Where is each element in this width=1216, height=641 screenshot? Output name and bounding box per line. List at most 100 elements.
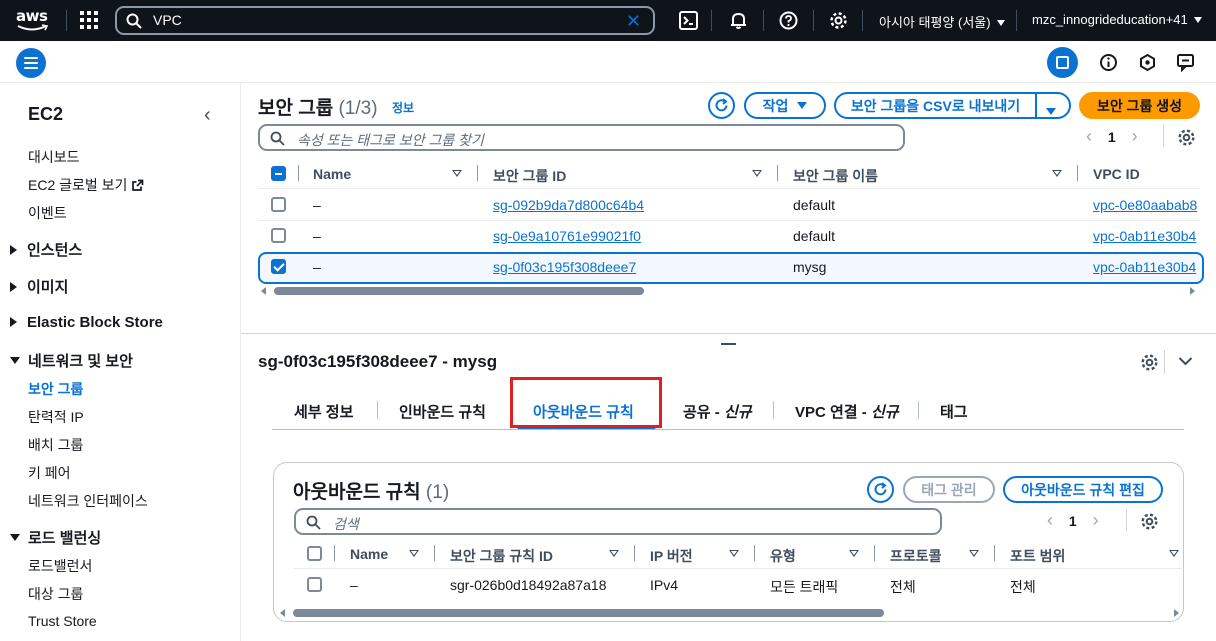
cell-vpc-link[interactable]: vpc-0ab11e30b4 xyxy=(1093,228,1200,244)
next-page-icon[interactable]: › xyxy=(1132,126,1138,146)
column-header-sg-name[interactable]: 보안 그룹 이름 xyxy=(793,166,878,186)
column-header-name[interactable]: Name xyxy=(313,166,351,182)
cell-sg-id-link[interactable]: sg-0f03c195f308deee7 xyxy=(493,259,636,275)
sidebar-item-placement-groups[interactable]: 배치 그룹 xyxy=(28,435,83,455)
sort-icon[interactable] xyxy=(452,170,462,177)
create-security-group-button[interactable]: 보안 그룹 생성 xyxy=(1079,92,1200,119)
sidebar-section-network-security[interactable]: 네트워크 및 보안 xyxy=(10,350,133,371)
column-header-protocol[interactable]: 프로토콜 xyxy=(890,546,942,566)
sidebar-section-ebs[interactable]: Elastic Block Store xyxy=(10,314,163,331)
aws-logo[interactable]: aws xyxy=(16,7,50,33)
tab-sharing[interactable]: 공유 - 신규 xyxy=(683,401,752,422)
info-link[interactable]: 정보 xyxy=(392,99,414,116)
region-selector[interactable]: 아시아 태평양 (서울) xyxy=(879,12,1005,31)
scroll-right-icon[interactable] xyxy=(1190,287,1195,295)
edit-outbound-rules-button[interactable]: 아웃바운드 규칙 편집 xyxy=(1003,476,1163,503)
tab-inbound-rules[interactable]: 인바운드 규칙 xyxy=(399,401,486,422)
row-divider xyxy=(294,568,1182,569)
hexagon-icon[interactable] xyxy=(1138,53,1157,72)
security-group-search-input[interactable]: 속성 또는 태그로 보안 그룹 찾기 xyxy=(258,124,905,151)
manage-tags-button[interactable]: 태그 관리 xyxy=(903,476,995,503)
help-icon[interactable] xyxy=(779,11,798,30)
resize-handle[interactable] xyxy=(721,343,736,345)
previous-page-icon[interactable]: ‹ xyxy=(1086,126,1092,146)
info-icon[interactable] xyxy=(1099,53,1118,72)
settings-gear-icon[interactable] xyxy=(829,11,848,30)
column-header-name[interactable]: Name xyxy=(350,546,388,562)
cell-sg-id-link[interactable]: sg-0e9a10761e99021f0 xyxy=(493,228,641,244)
select-all-checkbox[interactable] xyxy=(307,546,322,561)
column-header-port-range[interactable]: 포트 범위 xyxy=(1010,546,1065,566)
select-all-checkbox[interactable] xyxy=(271,166,286,181)
chevron-down-icon[interactable] xyxy=(1178,356,1193,366)
scroll-left-icon[interactable] xyxy=(261,287,266,295)
row-checkbox[interactable] xyxy=(271,259,286,274)
feedback-icon[interactable] xyxy=(1176,53,1195,72)
column-header-rule-id[interactable]: 보안 그룹 규칙 ID xyxy=(450,546,553,566)
sort-icon[interactable] xyxy=(849,550,859,557)
split-panel-icon[interactable] xyxy=(1047,47,1078,78)
services-grid-icon[interactable] xyxy=(80,11,99,30)
sidebar-item-trust-store[interactable]: Trust Store xyxy=(28,613,97,629)
row-checkbox[interactable] xyxy=(271,197,286,212)
tab-tags[interactable]: 태그 xyxy=(940,401,968,422)
cell-vpc-link[interactable]: vpc-0e80aabab8 xyxy=(1093,197,1200,213)
horizontal-scrollbar[interactable] xyxy=(293,609,884,617)
column-header-type[interactable]: 유형 xyxy=(770,546,796,566)
sidebar-item-elastic-ip[interactable]: 탄력적 IP xyxy=(28,407,84,427)
selected-table-row[interactable] xyxy=(258,252,1204,284)
column-header-vpc-id[interactable]: VPC ID xyxy=(1093,166,1140,182)
row-checkbox[interactable] xyxy=(271,228,286,243)
sidebar-item-target-groups[interactable]: 대상 그룹 xyxy=(28,584,83,604)
global-search-input[interactable]: VPC ✕ xyxy=(115,6,655,35)
cloudshell-icon[interactable] xyxy=(679,11,698,30)
account-menu[interactable]: mzc_innogrideducation+41 xyxy=(1032,12,1202,27)
tab-details[interactable]: 세부 정보 xyxy=(294,401,353,422)
current-page[interactable]: 1 xyxy=(1108,129,1116,145)
actions-dropdown-button[interactable]: 작업 xyxy=(744,92,826,119)
row-checkbox[interactable] xyxy=(307,577,322,592)
sort-icon[interactable] xyxy=(609,550,619,557)
sidebar-section-images[interactable]: 이미지 xyxy=(10,276,68,297)
sort-icon[interactable] xyxy=(1052,170,1062,177)
column-header-sg-id[interactable]: 보안 그룹 ID xyxy=(493,166,566,186)
hamburger-menu-icon[interactable] xyxy=(16,48,46,78)
sidebar-item-events[interactable]: 이벤트 xyxy=(28,203,67,223)
sort-icon[interactable] xyxy=(729,550,739,557)
sort-icon[interactable] xyxy=(409,550,419,557)
horizontal-scrollbar[interactable] xyxy=(274,287,644,295)
chevron-left-icon[interactable]: ‹ xyxy=(204,104,211,127)
cell-sg-id-link[interactable]: sg-092b9da7d800c64b4 xyxy=(493,197,644,213)
refresh-button[interactable] xyxy=(708,92,735,119)
sort-icon[interactable] xyxy=(752,170,762,177)
refresh-button[interactable] xyxy=(867,476,894,503)
sort-icon[interactable] xyxy=(969,550,979,557)
export-dropdown-icon[interactable] xyxy=(1046,102,1056,118)
cell-vpc-link[interactable]: vpc-0ab11e30b4 xyxy=(1093,259,1200,275)
preferences-gear-icon[interactable] xyxy=(1140,512,1159,531)
preferences-gear-icon[interactable] xyxy=(1177,128,1196,147)
outbound-rules-search-input[interactable]: 검색 xyxy=(294,508,942,535)
scroll-left-icon[interactable] xyxy=(280,609,285,617)
column-header-ip-version[interactable]: IP 버전 xyxy=(650,546,693,566)
sidebar-item-network-interfaces[interactable]: 네트워크 인터페이스 xyxy=(28,491,148,511)
previous-page-icon[interactable]: ‹ xyxy=(1047,510,1053,530)
current-page[interactable]: 1 xyxy=(1069,513,1077,529)
clear-search-icon[interactable]: ✕ xyxy=(626,12,641,30)
cell-rule-id: sgr-026b0d18492a87a18 xyxy=(450,577,607,593)
next-page-icon[interactable]: › xyxy=(1093,510,1099,530)
sidebar-item-dashboard[interactable]: 대시보드 xyxy=(28,147,80,167)
tabs-underline xyxy=(272,429,1184,430)
sidebar-item-key-pairs[interactable]: 키 페어 xyxy=(28,463,71,483)
scroll-right-icon[interactable] xyxy=(1174,609,1179,617)
tab-vpc-associations[interactable]: VPC 연결 - 신규 xyxy=(795,401,899,422)
split-panel-settings-gear-icon[interactable] xyxy=(1140,353,1159,372)
notifications-bell-icon[interactable] xyxy=(729,11,748,30)
sidebar-section-load-balancing[interactable]: 로드 밸런싱 xyxy=(10,527,101,548)
sidebar-item-security-groups[interactable]: 보안 그룹 xyxy=(28,379,83,399)
sidebar-item-load-balancers[interactable]: 로드밸런서 xyxy=(28,556,92,576)
detail-title: sg-0f03c195f308deee7 - mysg xyxy=(258,352,498,371)
sort-icon[interactable] xyxy=(1169,550,1179,557)
sidebar-section-instances[interactable]: 인스턴스 xyxy=(10,239,82,260)
sidebar-item-global-view[interactable]: EC2 글로벌 보기 xyxy=(28,175,144,195)
